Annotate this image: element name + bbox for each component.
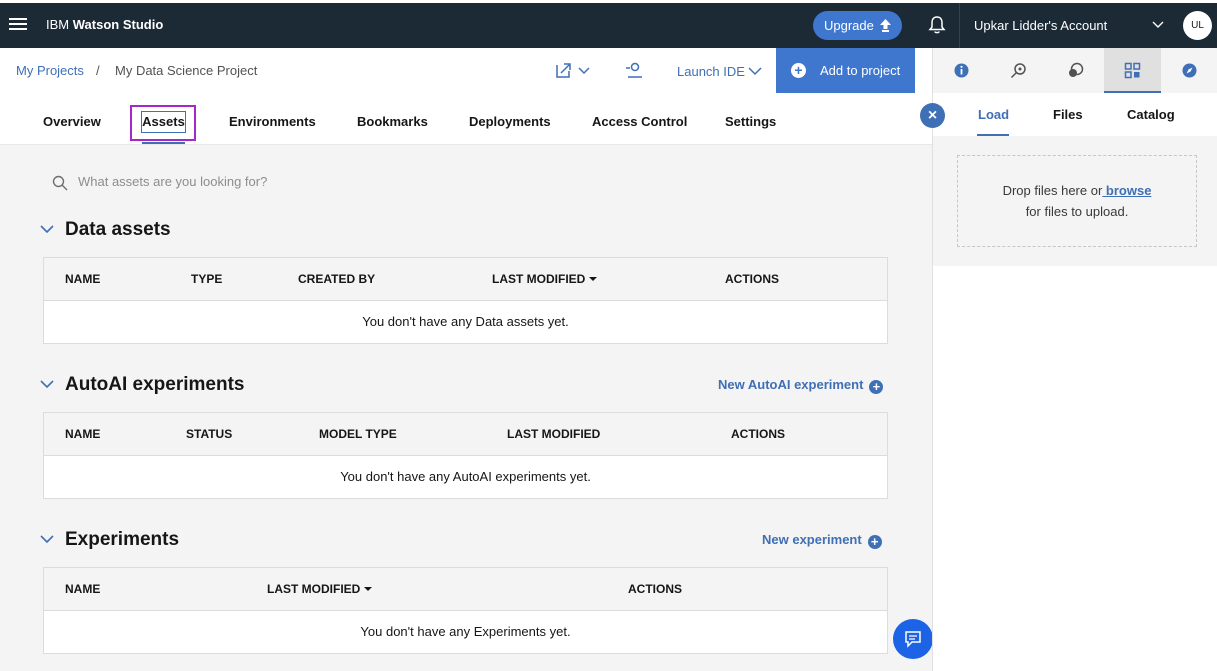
- breadcrumb-bar: My Projects / My Data Science Project La…: [0, 48, 932, 94]
- sort-caret-icon: [364, 587, 373, 591]
- close-panel-icon[interactable]: ×: [920, 103, 945, 128]
- drop-text: Drop files here or: [1002, 183, 1103, 198]
- chevron-down-icon[interactable]: [40, 535, 54, 544]
- panel-tab-catalog[interactable]: Catalog: [1127, 107, 1175, 122]
- section-title-data-assets: Data assets: [65, 219, 171, 240]
- drop-zone[interactable]: Drop files here or browse for files to u…: [957, 155, 1197, 247]
- community-tab[interactable]: [1047, 48, 1104, 93]
- tab-settings[interactable]: Settings: [725, 114, 776, 129]
- tab-environments[interactable]: Environments: [229, 114, 316, 129]
- browse-link[interactable]: browse: [1102, 183, 1152, 198]
- column-header-sortable[interactable]: LAST MODIFIED: [267, 582, 373, 596]
- brand-prefix: IBM: [46, 17, 70, 32]
- autoai-table: NAME STATUS MODEL TYPE LAST MODIFIED ACT…: [43, 412, 888, 499]
- data-tab[interactable]: [1104, 48, 1161, 93]
- share-icon[interactable]: [555, 61, 593, 79]
- panel-tab-files[interactable]: Files: [1053, 107, 1083, 122]
- drop-text-line1: Drop files here or browse: [958, 183, 1196, 198]
- section-title-experiments: Experiments: [65, 529, 180, 550]
- upgrade-label: Upgrade: [824, 18, 874, 33]
- search-input[interactable]: [78, 174, 478, 189]
- column-header-sortable[interactable]: LAST MODIFIED: [492, 272, 598, 286]
- tab-access-control[interactable]: Access Control: [592, 114, 687, 129]
- tab-bookmarks[interactable]: Bookmarks: [357, 114, 428, 129]
- project-tabs: Overview Assets Environments Bookmarks D…: [0, 94, 932, 145]
- column-header[interactable]: LAST MODIFIED: [507, 427, 600, 441]
- notification-bell-icon[interactable]: [926, 14, 948, 36]
- new-experiment-button[interactable]: New experiment +: [762, 532, 882, 549]
- add-collaborator-icon[interactable]: [625, 61, 645, 79]
- avatar[interactable]: UL: [1183, 11, 1212, 40]
- add-icon: +: [791, 63, 806, 78]
- explore-tab[interactable]: [1161, 48, 1217, 93]
- data-icon: [1124, 62, 1141, 79]
- assets-main: Data assets NAME TYPE CREATED BY LAST MO…: [0, 145, 932, 671]
- table-header: NAME TYPE CREATED BY LAST MODIFIED ACTIO…: [44, 258, 887, 301]
- column-header-label: LAST MODIFIED: [267, 582, 361, 596]
- chat-button[interactable]: [893, 619, 933, 659]
- table-header: NAME STATUS MODEL TYPE LAST MODIFIED ACT…: [44, 413, 887, 456]
- column-header[interactable]: NAME: [65, 427, 100, 441]
- top-header: IBM Watson Studio Upgrade Upkar Lidder's…: [0, 3, 1217, 48]
- add-icon: +: [867, 535, 882, 549]
- column-header[interactable]: STATUS: [186, 427, 232, 441]
- upgrade-button[interactable]: Upgrade: [813, 11, 902, 40]
- upgrade-arrow-icon: [880, 19, 891, 32]
- chat-bubbles-icon: [1069, 62, 1084, 77]
- chat-icon: [905, 631, 921, 648]
- drop-text-line2: for files to upload.: [1025, 204, 1129, 219]
- data-assets-table: NAME TYPE CREATED BY LAST MODIFIED ACTIO…: [43, 257, 888, 344]
- column-header: ACTIONS: [731, 427, 785, 441]
- launch-ide-button[interactable]: Launch IDE: [677, 64, 745, 79]
- file-drop-area: Drop files here or browse for files to u…: [933, 136, 1217, 266]
- column-header[interactable]: NAME: [65, 272, 100, 286]
- column-header[interactable]: CREATED BY: [298, 272, 375, 286]
- active-tab-indicator: [142, 142, 185, 144]
- sort-caret-icon: [589, 277, 598, 281]
- column-header: ACTIONS: [628, 582, 682, 596]
- add-to-project-label: Add to project: [820, 63, 901, 78]
- tab-deployments[interactable]: Deployments: [469, 114, 551, 129]
- chevron-down-icon[interactable]: [40, 225, 54, 234]
- column-header[interactable]: NAME: [65, 582, 100, 596]
- table-header: NAME LAST MODIFIED ACTIONS: [44, 568, 887, 611]
- empty-state-text: You don't have any Experiments yet.: [360, 624, 571, 639]
- column-header: ACTIONS: [725, 272, 779, 286]
- chevron-down-icon[interactable]: [40, 380, 54, 389]
- add-icon: +: [869, 380, 884, 394]
- brand-name: Watson Studio: [72, 17, 164, 32]
- app-brand[interactable]: IBM Watson Studio: [46, 17, 163, 32]
- column-header[interactable]: TYPE: [191, 272, 222, 286]
- column-header[interactable]: MODEL TYPE: [319, 427, 397, 441]
- new-autoai-experiment-label: New AutoAI experiment: [718, 377, 864, 392]
- experiments-table: NAME LAST MODIFIED ACTIONS You don't hav…: [43, 567, 888, 654]
- info-icon: [954, 63, 969, 78]
- tab-overview[interactable]: Overview: [43, 114, 101, 129]
- hamburger-menu-icon[interactable]: [8, 15, 28, 35]
- compass-icon: [1182, 63, 1197, 78]
- empty-state-text: You don't have any Data assets yet.: [362, 314, 569, 329]
- chevron-down-icon[interactable]: [1152, 21, 1164, 29]
- empty-state-text: You don't have any AutoAI experiments ye…: [340, 469, 591, 484]
- search-settings-icon: [1010, 63, 1026, 79]
- new-autoai-experiment-button[interactable]: New AutoAI experiment +: [718, 377, 884, 394]
- header-divider: [959, 3, 960, 48]
- breadcrumb-my-projects[interactable]: My Projects: [16, 63, 84, 78]
- breadcrumb-current-project: My Data Science Project: [115, 63, 258, 78]
- search-icon: [52, 175, 68, 191]
- column-header-label: LAST MODIFIED: [492, 272, 586, 286]
- account-switcher[interactable]: Upkar Lidder's Account: [974, 18, 1107, 33]
- launch-ide-chevron-icon[interactable]: [748, 67, 762, 76]
- breadcrumb-separator: /: [96, 63, 100, 78]
- panel-icon-bar: [933, 48, 1217, 93]
- info-tab[interactable]: [933, 48, 990, 93]
- panel-tab-load[interactable]: Load: [978, 107, 1009, 122]
- right-side-panel: Load Files Catalog Drop files here or br…: [932, 48, 1217, 671]
- section-title-autoai: AutoAI experiments: [65, 374, 245, 395]
- tab-assets[interactable]: Assets: [141, 111, 186, 133]
- new-experiment-label: New experiment: [762, 532, 862, 547]
- add-to-project-button[interactable]: + Add to project: [776, 48, 915, 93]
- find-tab[interactable]: [990, 48, 1047, 93]
